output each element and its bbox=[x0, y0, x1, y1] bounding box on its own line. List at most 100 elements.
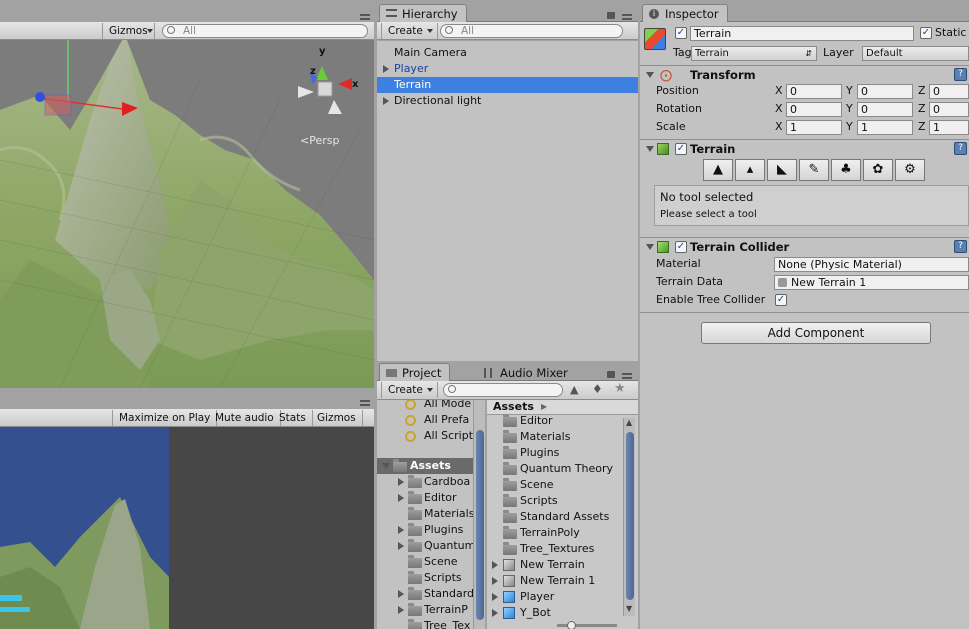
asset-list-scrollbar[interactable]: ▲ ▼ bbox=[623, 418, 635, 616]
filter-by-label-icon[interactable]: ♦ bbox=[592, 382, 603, 396]
static-checkbox[interactable]: ✓ bbox=[920, 27, 932, 39]
tree-scrollbar[interactable] bbox=[473, 400, 485, 629]
zoom-slider-handle[interactable] bbox=[567, 621, 576, 629]
project-search-input[interactable] bbox=[443, 383, 563, 397]
scrollbar-thumb[interactable] bbox=[626, 432, 634, 600]
project-tab-label: Project bbox=[402, 366, 442, 380]
tag-dropdown[interactable]: Terrain ⇵ bbox=[691, 46, 817, 61]
tab-inspector[interactable]: i Inspector bbox=[642, 4, 728, 23]
tree-folder-item[interactable]: Tree_Tex bbox=[377, 618, 485, 629]
expand-arrow-icon[interactable] bbox=[398, 494, 404, 502]
tab-project[interactable]: Project bbox=[379, 363, 451, 382]
rotation-x-field[interactable]: 0 bbox=[786, 102, 842, 117]
tree-folder-item[interactable]: Editor bbox=[377, 490, 485, 506]
collapse-arrow-icon[interactable] bbox=[646, 146, 654, 152]
game-gizmos-button[interactable]: Gizmos bbox=[311, 410, 363, 426]
raise-lower-terrain-icon[interactable]: ▲ bbox=[703, 159, 733, 181]
gizmos-dropdown-icon[interactable] bbox=[147, 29, 153, 33]
expand-arrow-icon[interactable] bbox=[398, 542, 404, 550]
scroll-down-icon[interactable]: ▼ bbox=[626, 604, 632, 613]
tree-folder-item[interactable]: Standard bbox=[377, 586, 485, 602]
panel-menu-icon[interactable] bbox=[622, 373, 632, 379]
paint-height-icon[interactable]: ▴ bbox=[735, 159, 765, 181]
paint-texture-icon[interactable]: ✎ bbox=[799, 159, 829, 181]
hierarchy-item-terrain[interactable]: Terrain bbox=[377, 77, 638, 93]
paint-details-icon[interactable]: ✿ bbox=[863, 159, 893, 181]
terrain-enabled-checkbox[interactable]: ✓ bbox=[675, 143, 687, 155]
collapse-arrow-icon[interactable] bbox=[646, 244, 654, 250]
enable-tree-collider-checkbox[interactable]: ✓ bbox=[775, 294, 787, 306]
collider-enabled-checkbox[interactable]: ✓ bbox=[675, 241, 687, 253]
expand-arrow-icon[interactable] bbox=[398, 606, 404, 614]
expand-arrow-icon[interactable] bbox=[383, 65, 389, 73]
help-icon[interactable]: ? bbox=[954, 68, 967, 81]
hierarchy-item-player[interactable]: Player bbox=[377, 61, 638, 77]
persp-label[interactable]: <Persp bbox=[300, 134, 339, 147]
smooth-height-icon[interactable]: ◣ bbox=[767, 159, 797, 181]
hierarchy-item-label: Player bbox=[394, 62, 429, 75]
object-name-field[interactable]: Terrain bbox=[690, 26, 914, 41]
assets-root-item[interactable]: Assets bbox=[377, 458, 485, 474]
zoom-slider[interactable] bbox=[557, 621, 617, 629]
collapse-arrow-icon[interactable] bbox=[646, 72, 654, 78]
tab-audio-mixer[interactable]: Audio Mixer bbox=[477, 363, 577, 382]
help-icon[interactable]: ? bbox=[954, 142, 967, 155]
game-tabbar bbox=[0, 395, 374, 409]
expand-arrow-icon[interactable] bbox=[383, 97, 389, 105]
expand-arrow-icon[interactable] bbox=[492, 561, 498, 569]
tree-folder-item[interactable]: Scene bbox=[377, 554, 485, 570]
position-y-field[interactable]: 0 bbox=[857, 84, 913, 99]
stats-button[interactable]: Stats bbox=[273, 410, 313, 426]
transform-header[interactable]: ⨀ Transform ? bbox=[640, 65, 969, 83]
help-icon[interactable]: ? bbox=[954, 240, 967, 253]
position-z-field[interactable]: 0 bbox=[929, 84, 969, 99]
lock-icon[interactable] bbox=[607, 371, 615, 378]
terrain-data-field[interactable]: New Terrain 1 bbox=[774, 275, 969, 290]
scroll-up-icon[interactable]: ▲ bbox=[626, 418, 632, 427]
orientation-gizmo[interactable]: y x z bbox=[290, 44, 370, 120]
expand-arrow-icon[interactable] bbox=[492, 577, 498, 585]
expand-arrow-icon[interactable] bbox=[398, 478, 404, 486]
collapse-arrow-icon[interactable] bbox=[382, 463, 390, 469]
terrain-component-header[interactable]: ✓ Terrain ? bbox=[640, 139, 969, 157]
place-trees-icon[interactable]: ♣ bbox=[831, 159, 861, 181]
lock-icon[interactable] bbox=[607, 12, 615, 19]
tree-folder-item[interactable]: Cardboa bbox=[377, 474, 485, 490]
position-x-field[interactable]: 0 bbox=[786, 84, 842, 99]
game-view[interactable]: Maximize on Play Mute audio Stats Gizmos bbox=[0, 395, 374, 629]
material-field[interactable]: None (Physic Material) bbox=[774, 257, 969, 272]
terrain-collider-header[interactable]: ✓ Terrain Collider ? bbox=[640, 237, 969, 255]
expand-arrow-icon[interactable] bbox=[492, 609, 498, 617]
maximize-on-play-button[interactable]: Maximize on Play bbox=[112, 410, 218, 426]
scale-y-field[interactable]: 1 bbox=[857, 120, 913, 135]
tree-folder-item[interactable]: Plugins bbox=[377, 522, 485, 538]
scrollbar-thumb[interactable] bbox=[476, 430, 484, 620]
active-checkbox[interactable]: ✓ bbox=[675, 27, 687, 39]
scene-view[interactable]: Gizmos All y x z <Persp bbox=[0, 0, 374, 388]
tab-hierarchy[interactable]: Hierarchy bbox=[379, 4, 467, 23]
rotation-z-field[interactable]: 0 bbox=[929, 102, 969, 117]
layer-dropdown[interactable]: Default bbox=[862, 46, 969, 61]
tree-folder-item[interactable]: Scripts bbox=[377, 570, 485, 586]
tree-folder-item[interactable]: Materials bbox=[377, 506, 485, 522]
hierarchy-search-input[interactable]: All bbox=[440, 24, 623, 38]
hierarchy-item-main-camera[interactable]: Main Camera bbox=[377, 45, 638, 61]
panel-menu-icon[interactable] bbox=[622, 14, 632, 20]
terrain-settings-gear-icon[interactable]: ⚙ bbox=[895, 159, 925, 181]
tree-folder-item[interactable]: TerrainP bbox=[377, 602, 485, 618]
mute-audio-button[interactable]: Mute audio bbox=[209, 410, 281, 426]
expand-arrow-icon[interactable] bbox=[398, 526, 404, 534]
hierarchy-item-directional-light[interactable]: Directional light bbox=[377, 93, 638, 109]
rotation-y-field[interactable]: 0 bbox=[857, 102, 913, 117]
expand-arrow-icon[interactable] bbox=[398, 590, 404, 598]
favorite-star-icon[interactable]: ★ bbox=[614, 381, 626, 396]
scene-search-input[interactable]: All bbox=[162, 24, 368, 38]
scale-z-field[interactable]: 1 bbox=[929, 120, 969, 135]
add-component-button[interactable]: Add Component bbox=[701, 322, 931, 344]
panel-menu-icon[interactable] bbox=[360, 400, 370, 406]
scale-x-field[interactable]: 1 bbox=[786, 120, 842, 135]
expand-arrow-icon[interactable] bbox=[492, 593, 498, 601]
tree-folder-item[interactable]: Quantum bbox=[377, 538, 485, 554]
filter-by-type-icon[interactable]: ▲ bbox=[570, 383, 578, 396]
panel-menu-icon[interactable] bbox=[360, 14, 370, 20]
